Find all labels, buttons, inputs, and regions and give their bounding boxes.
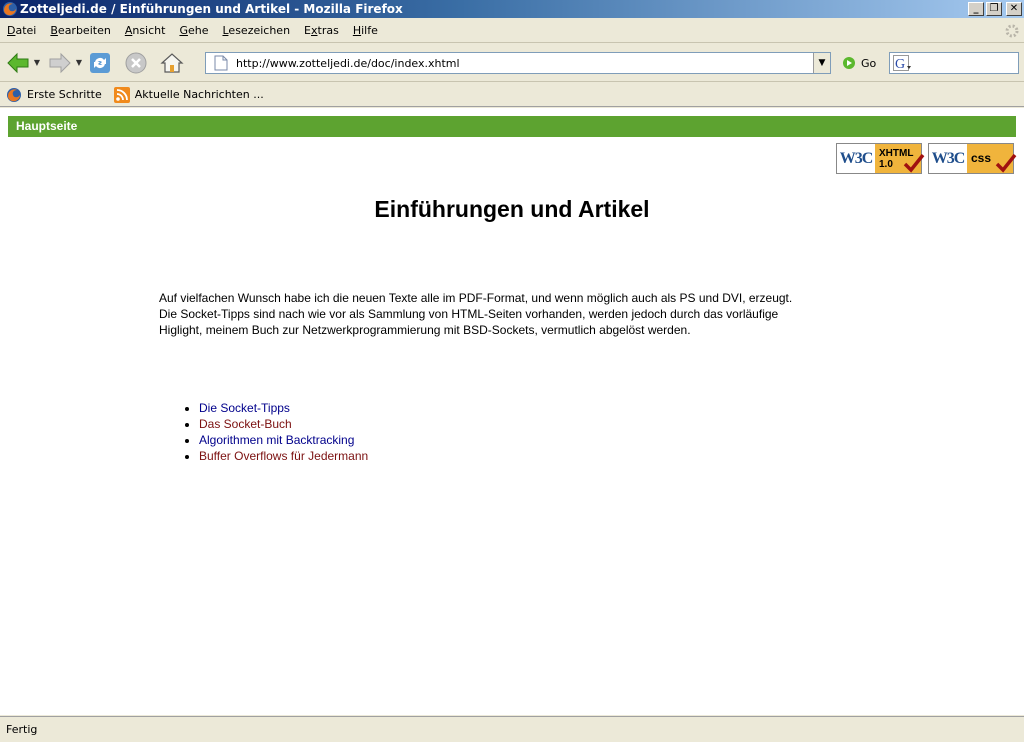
- link-socket-buch[interactable]: Das Socket-Buch: [199, 417, 292, 431]
- article-list: Die Socket-Tipps Das Socket-Buch Algorit…: [199, 400, 368, 464]
- list-item: Buffer Overflows für Jedermann: [199, 448, 368, 464]
- forward-history-dropdown[interactable]: ▼: [74, 58, 84, 67]
- checkmark-icon: [903, 153, 925, 173]
- menu-ansicht[interactable]: Ansicht: [118, 24, 173, 37]
- menu-hilfe[interactable]: Hilfe: [346, 24, 385, 37]
- restore-button[interactable]: ❐: [986, 2, 1002, 16]
- go-label: Go: [861, 56, 877, 70]
- url-text[interactable]: http://www.zotteljedi.de/doc/index.xhtml: [236, 57, 813, 70]
- url-bar[interactable]: http://www.zotteljedi.de/doc/index.xhtml…: [205, 52, 831, 74]
- rss-feed-icon: [113, 86, 130, 103]
- bookmark-aktuelle-nachrichten[interactable]: Aktuelle Nachrichten ...: [108, 86, 270, 103]
- list-item: Das Socket-Buch: [199, 416, 368, 432]
- window-title: Zotteljedi.de / Einführungen und Artikel…: [20, 2, 403, 16]
- hauptseite-link[interactable]: Hauptseite: [16, 119, 77, 133]
- firefox-bookmark-icon: [7, 87, 21, 102]
- w3c-xhtml-badge[interactable]: W3C XHTML 1.0: [836, 143, 925, 174]
- close-button[interactable]: ✕: [1006, 2, 1022, 16]
- navigation-toolbar: ▼ ▼ http://www.zotteljedi.de/doc/index.x…: [0, 44, 1024, 82]
- status-bar: Fertig: [0, 716, 1024, 742]
- back-history-dropdown[interactable]: ▼: [32, 58, 42, 67]
- intro-paragraph: Auf vielfachen Wunsch habe ich die neuen…: [159, 290, 859, 338]
- back-arrow-icon: [7, 52, 29, 73]
- checkmark-icon: [995, 153, 1017, 173]
- home-icon: [160, 52, 184, 73]
- url-history-dropdown[interactable]: ▼: [813, 53, 830, 73]
- reload-icon: [90, 52, 110, 73]
- go-button[interactable]: Go: [842, 56, 876, 70]
- window-title-bar[interactable]: Zotteljedi.de / Einführungen und Artikel…: [0, 0, 1024, 18]
- throbber-icon: [1005, 24, 1019, 38]
- stop-button[interactable]: [122, 49, 150, 77]
- search-box[interactable]: G: [889, 52, 1019, 74]
- stop-icon: [125, 52, 147, 73]
- firefox-icon: [3, 2, 17, 16]
- w3c-logo: W3C: [931, 149, 966, 167]
- menu-bearbeiten[interactable]: Bearbeiten: [43, 24, 117, 37]
- google-search-icon: G: [893, 55, 911, 71]
- bookmarks-toolbar: Erste Schritte Aktuelle Nachrichten ...: [0, 83, 1024, 107]
- menu-bar: Datei Bearbeiten Ansicht Gehe Lesezeiche…: [0, 19, 1024, 43]
- forward-button[interactable]: [46, 49, 74, 77]
- page-content: Hauptseite W3C XHTML 1.0 W3C css Einführ…: [0, 108, 1024, 715]
- link-backtracking[interactable]: Algorithmen mit Backtracking: [199, 433, 354, 447]
- svg-text:G: G: [895, 57, 905, 71]
- menu-extras[interactable]: Extras: [297, 24, 346, 37]
- go-icon: [843, 57, 855, 69]
- menu-gehe[interactable]: Gehe: [172, 24, 215, 37]
- link-socket-tipps[interactable]: Die Socket-Tipps: [199, 401, 290, 415]
- w3c-logo: W3C: [839, 149, 874, 167]
- menu-lesezeichen[interactable]: Lesezeichen: [215, 24, 297, 37]
- w3c-css-badge[interactable]: W3C css: [928, 143, 1017, 174]
- intro-line: Higlight, meinem Buch zur Netzwerkprogra…: [159, 323, 691, 337]
- list-item: Die Socket-Tipps: [199, 400, 368, 416]
- reload-button[interactable]: [86, 49, 114, 77]
- status-text: Fertig: [6, 723, 38, 736]
- intro-line: Die Socket-Tipps sind nach wie vor als S…: [159, 307, 779, 321]
- css-badge-label: css: [971, 151, 992, 165]
- intro-line: Auf vielfachen Wunsch habe ich die neuen…: [159, 291, 793, 305]
- menu-datei[interactable]: Datei: [0, 24, 43, 37]
- page-icon: [214, 55, 228, 71]
- list-item: Algorithmen mit Backtracking: [199, 432, 368, 448]
- bookmark-erste-schritte[interactable]: Erste Schritte: [0, 87, 108, 103]
- page-title: Einführungen und Artikel: [374, 196, 650, 222]
- forward-arrow-icon: [49, 52, 71, 73]
- minimize-button[interactable]: _: [968, 2, 984, 16]
- home-button[interactable]: [158, 49, 186, 77]
- nav-bar-hauptseite[interactable]: Hauptseite: [8, 116, 1016, 137]
- back-button[interactable]: [4, 49, 32, 77]
- link-buffer-overflows[interactable]: Buffer Overflows für Jedermann: [199, 449, 368, 463]
